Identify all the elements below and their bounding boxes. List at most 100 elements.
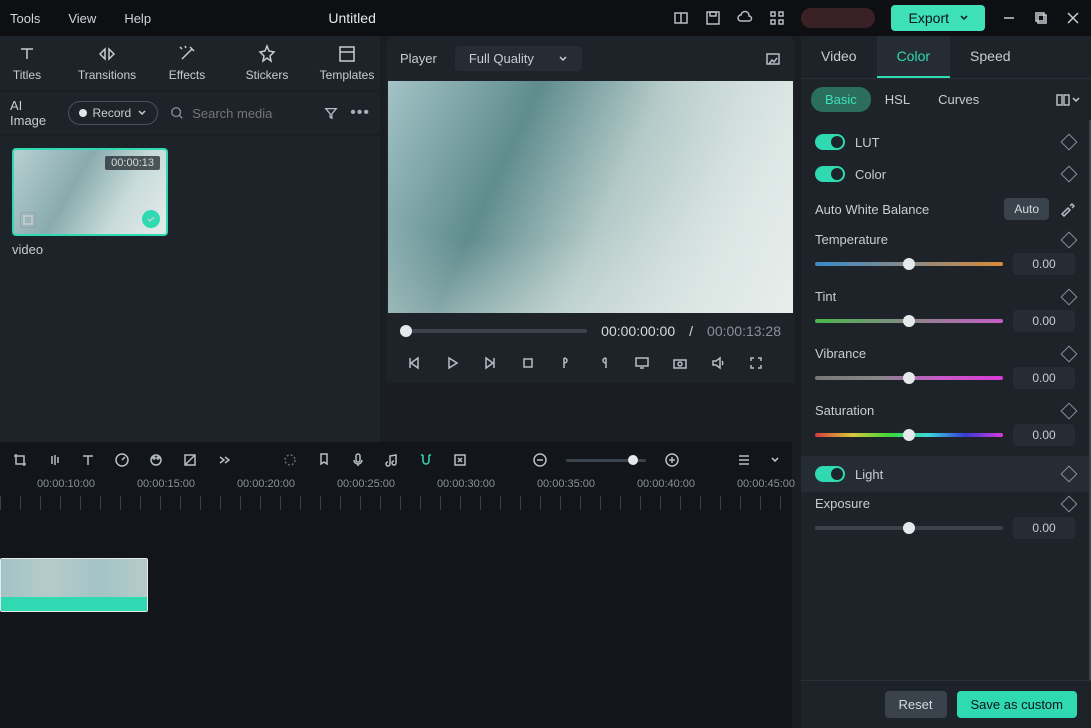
next-frame-button[interactable] <box>482 355 498 371</box>
exposure-slider[interactable] <box>815 526 1003 530</box>
preview-header: Player Full Quality <box>386 36 795 81</box>
quality-dropdown[interactable]: Full Quality <box>455 46 582 71</box>
temperature-group: Temperature 0.00 <box>801 228 1089 285</box>
keyframe-icon[interactable] <box>1061 166 1078 183</box>
light-toggle[interactable] <box>815 466 845 482</box>
scrub-track[interactable] <box>400 329 587 333</box>
subtab-curves[interactable]: Curves <box>924 87 993 112</box>
prev-frame-button[interactable] <box>406 355 422 371</box>
project-title: Untitled <box>49 10 655 26</box>
tab-transitions[interactable]: Transitions <box>80 44 134 82</box>
tint-value[interactable]: 0.00 <box>1013 310 1075 332</box>
mask-tool-icon[interactable] <box>182 452 198 468</box>
lut-toggle[interactable] <box>815 134 845 150</box>
grid-icon[interactable] <box>769 10 785 26</box>
temperature-slider[interactable] <box>815 262 1003 266</box>
zoom-out-button[interactable] <box>532 452 548 468</box>
marker-icon[interactable] <box>316 452 332 468</box>
track-view-icon[interactable] <box>736 452 752 468</box>
color-toggle[interactable] <box>815 166 845 182</box>
magnet-icon[interactable] <box>418 452 434 468</box>
vibrance-label: Vibrance <box>815 346 866 361</box>
camera-icon[interactable] <box>672 355 688 371</box>
crop-icon[interactable] <box>12 452 28 468</box>
chevron-down-icon[interactable] <box>770 455 780 465</box>
minimize-button[interactable] <box>1001 10 1017 26</box>
tab-stickers[interactable]: Stickers <box>240 44 294 82</box>
volume-icon[interactable] <box>710 355 726 371</box>
export-button[interactable]: Export <box>891 5 985 31</box>
saturation-slider[interactable] <box>815 433 1003 437</box>
chevron-down-icon <box>137 108 147 118</box>
more-icon[interactable]: ••• <box>350 104 370 122</box>
tab-titles[interactable]: Titles <box>0 44 54 82</box>
timeline-ruler[interactable]: 00:00:10:00 00:00:15:00 00:00:20:00 00:0… <box>0 476 792 510</box>
layout-icon[interactable] <box>673 10 689 26</box>
tab-effects[interactable]: Effects <box>160 44 214 82</box>
ai-image-button[interactable]: AI Image <box>10 98 56 128</box>
timeline-clip[interactable] <box>0 558 148 612</box>
zoom-slider[interactable] <box>566 459 646 462</box>
keyframe-icon[interactable] <box>1061 402 1078 419</box>
mic-icon[interactable] <box>350 452 366 468</box>
vibrance-slider[interactable] <box>815 376 1003 380</box>
fullscreen-icon[interactable] <box>748 355 764 371</box>
stop-button[interactable] <box>520 355 536 371</box>
compare-icon[interactable] <box>1055 92 1071 108</box>
snapshot-icon[interactable] <box>765 51 781 67</box>
tab-video[interactable]: Video <box>801 36 877 78</box>
zoom-in-button[interactable] <box>664 452 680 468</box>
display-icon[interactable] <box>634 355 650 371</box>
save-icon[interactable] <box>705 10 721 26</box>
export-label: Export <box>909 10 949 26</box>
saturation-value[interactable]: 0.00 <box>1013 424 1075 446</box>
close-button[interactable] <box>1065 10 1081 26</box>
keyframe-icon[interactable] <box>1061 231 1078 248</box>
cloud-icon[interactable] <box>737 10 753 26</box>
auto-button[interactable]: Auto <box>1004 198 1049 220</box>
vibrance-group: Vibrance 0.00 <box>801 342 1089 399</box>
record-button[interactable]: Record <box>68 101 159 125</box>
tab-templates[interactable]: Templates <box>320 44 374 82</box>
music-icon[interactable] <box>384 452 400 468</box>
save-custom-button[interactable]: Save as custom <box>957 691 1078 718</box>
tint-slider[interactable] <box>815 319 1003 323</box>
reset-button[interactable]: Reset <box>885 691 947 718</box>
mark-out-button[interactable] <box>596 355 612 371</box>
tab-color[interactable]: Color <box>877 36 950 78</box>
mark-in-button[interactable] <box>558 355 574 371</box>
chevron-down-icon[interactable] <box>1071 95 1081 105</box>
keyframe-icon[interactable] <box>1061 288 1078 305</box>
filter-icon[interactable] <box>324 105 338 121</box>
search-input[interactable] <box>192 106 312 121</box>
more-tools-icon[interactable] <box>216 452 232 468</box>
temperature-value[interactable]: 0.00 <box>1013 253 1075 275</box>
subtab-hsl[interactable]: HSL <box>871 87 924 112</box>
search-box[interactable] <box>170 106 312 121</box>
vibrance-value[interactable]: 0.00 <box>1013 367 1075 389</box>
preview-frame[interactable] <box>388 81 793 313</box>
keyframe-tool-icon[interactable] <box>282 452 298 468</box>
menu-tools[interactable]: Tools <box>10 11 40 26</box>
color-tool-icon[interactable] <box>148 452 164 468</box>
keyframe-icon[interactable] <box>1061 134 1078 151</box>
timeline-tracks[interactable] <box>0 510 792 612</box>
fit-icon[interactable] <box>452 452 468 468</box>
play-button[interactable] <box>444 355 460 371</box>
eyedropper-icon[interactable] <box>1059 201 1075 217</box>
keyframe-icon[interactable] <box>1061 495 1078 512</box>
tool-tabs: Titles Transitions Effects Stickers Temp… <box>0 36 380 90</box>
keyframe-icon[interactable] <box>1061 345 1078 362</box>
scrub-head[interactable] <box>400 325 412 337</box>
subtab-basic[interactable]: Basic <box>811 87 871 112</box>
maximize-button[interactable] <box>1033 10 1049 26</box>
audio-icon[interactable] <box>46 452 62 468</box>
tab-speed[interactable]: Speed <box>950 36 1030 78</box>
panel-tabs: Video Color Speed <box>801 36 1091 79</box>
speed-tool-icon[interactable] <box>114 452 130 468</box>
promo-pill[interactable] <box>801 8 874 28</box>
keyframe-icon[interactable] <box>1061 466 1078 483</box>
media-thumb[interactable]: 00:00:13 video <box>12 148 168 257</box>
text-tool-icon[interactable] <box>80 452 96 468</box>
exposure-value[interactable]: 0.00 <box>1013 517 1075 539</box>
